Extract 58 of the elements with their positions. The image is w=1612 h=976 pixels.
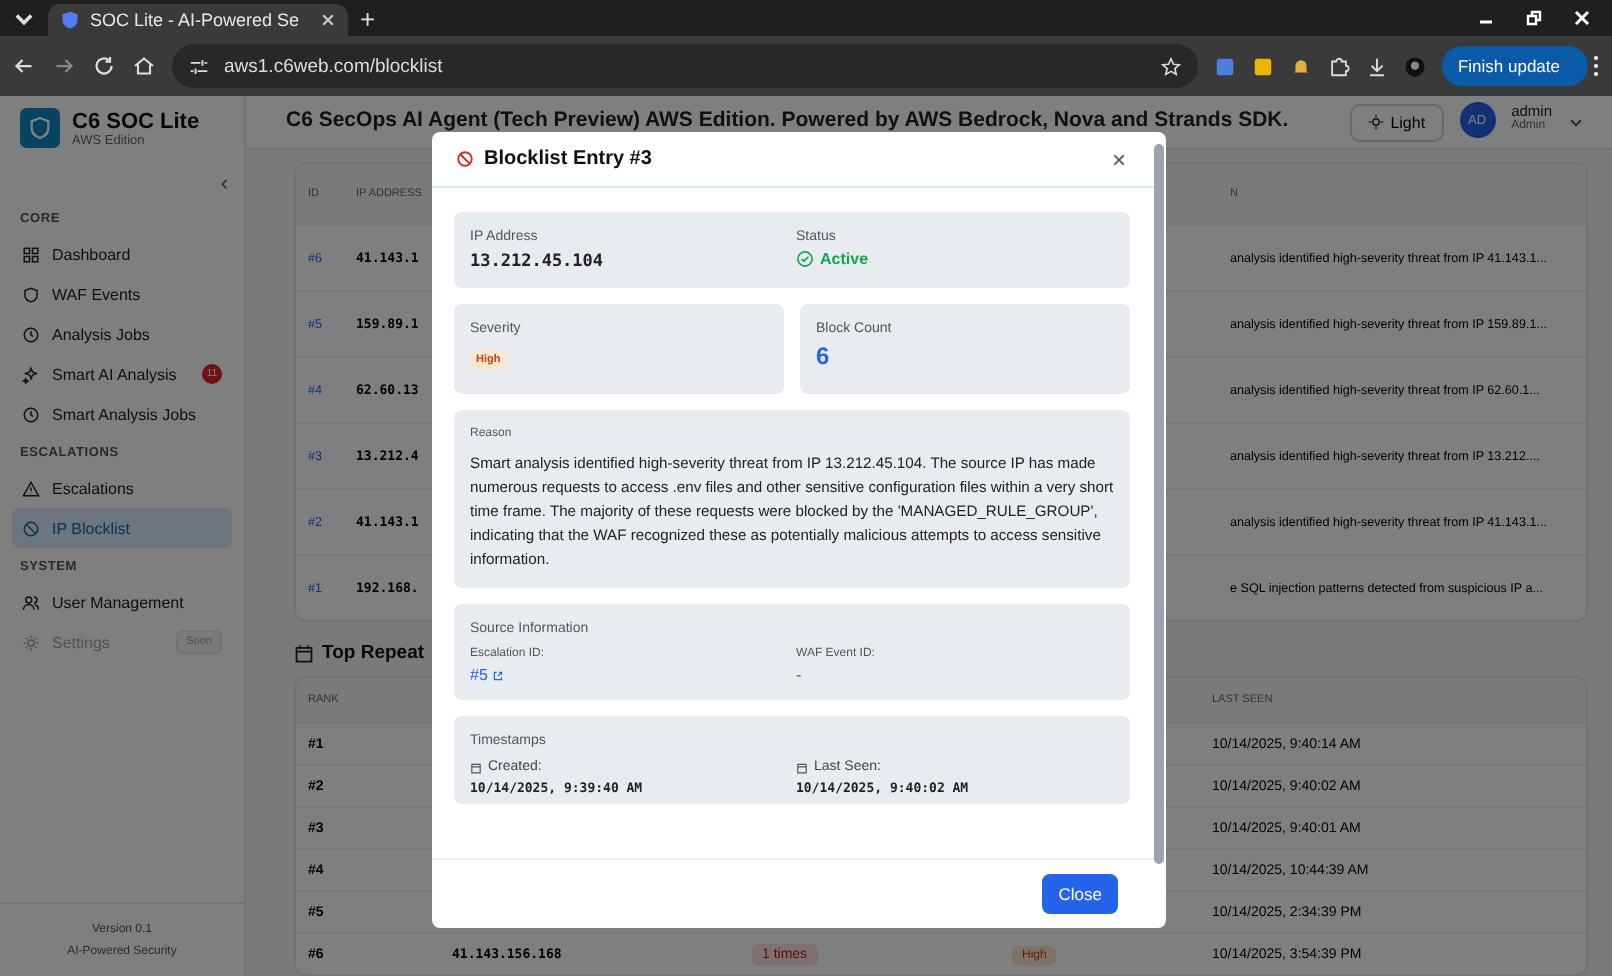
tab-title: SOC Lite - AI-Powered Se — [90, 10, 302, 30]
nav-icon — [22, 245, 40, 263]
nav-icon — [22, 365, 40, 383]
back-arrow-icon[interactable] — [12, 54, 36, 78]
collapse-sidebar-button[interactable]: ‹ — [220, 172, 228, 196]
close-icon[interactable] — [320, 12, 336, 28]
external-link-icon[interactable] — [491, 669, 504, 681]
nav-icon — [22, 405, 40, 423]
sidebar-item[interactable]: Analysis Jobs — [12, 314, 232, 354]
block-count-value: 6 — [816, 342, 832, 370]
bookmark-star-icon[interactable] — [1159, 55, 1182, 77]
more-options-icon[interactable] — [1592, 54, 1600, 78]
escalation-link[interactable]: #5 — [470, 666, 488, 684]
scrollbar[interactable] — [1154, 144, 1164, 864]
ban-icon — [456, 150, 474, 168]
nav-icon — [22, 479, 40, 497]
sidebar-item[interactable]: Escalations — [12, 468, 232, 508]
restore-icon[interactable] — [1524, 8, 1544, 28]
site-settings-icon[interactable] — [188, 55, 210, 77]
app-title: C6 SecOps AI Agent (Tech Preview) AWS Edition. Powered by AWS Bedrock, Nova and Strands SDK. — [286, 108, 1289, 132]
theme-toggle-button[interactable]: Light — [1350, 104, 1444, 142]
calendar-icon — [796, 761, 808, 773]
reload-icon[interactable] — [92, 54, 116, 78]
home-icon[interactable] — [132, 54, 156, 78]
forward-arrow-icon[interactable] — [52, 54, 76, 78]
ip-address-value: 13.212.45.104 — [470, 252, 606, 272]
nav-icon — [22, 285, 40, 303]
shield-icon — [60, 10, 80, 30]
sidebar-item[interactable]: Smart Analysis Jobs — [12, 394, 232, 434]
nav-icon — [22, 325, 40, 343]
section-title: Top Repeat — [322, 642, 425, 664]
address-bar[interactable]: aws1.c6web.com/blocklist — [172, 44, 1198, 88]
nav-icon — [22, 633, 40, 651]
browser-tab[interactable]: SOC Lite - AI-Powered Se — [48, 4, 348, 36]
waf-event-value: - — [796, 666, 804, 684]
close-button[interactable]: × — [1111, 145, 1126, 173]
shield-logo-icon — [20, 108, 60, 148]
finish-update-button[interactable]: Finish update — [1441, 46, 1588, 86]
close-button[interactable]: Close — [1042, 874, 1118, 914]
nav-icon — [22, 519, 40, 537]
calendar-icon — [294, 643, 314, 663]
sidebar-item[interactable]: User Management — [12, 582, 232, 622]
sidebar-item[interactable]: IP Blocklist — [12, 508, 232, 548]
dialog-title: Blocklist Entry #3 — [484, 148, 652, 170]
brand-name: C6 SOC Lite — [72, 109, 200, 133]
sidebar-item[interactable]: WAF Events — [12, 274, 232, 314]
new-tab-button[interactable]: + — [360, 4, 376, 36]
calendar-icon — [470, 761, 482, 773]
puzzle-icon[interactable] — [1327, 55, 1350, 77]
status-value: Active — [820, 250, 869, 268]
profile-avatar-icon[interactable] — [1403, 55, 1426, 77]
sun-icon — [1368, 114, 1385, 130]
chevron-down-icon[interactable] — [1568, 114, 1584, 130]
check-circle-icon — [796, 250, 814, 268]
download-icon[interactable] — [1365, 55, 1388, 77]
sidebar-item[interactable]: Dashboard — [12, 234, 232, 274]
bell-icon[interactable] — [1289, 55, 1312, 77]
nav-icon — [22, 593, 40, 611]
